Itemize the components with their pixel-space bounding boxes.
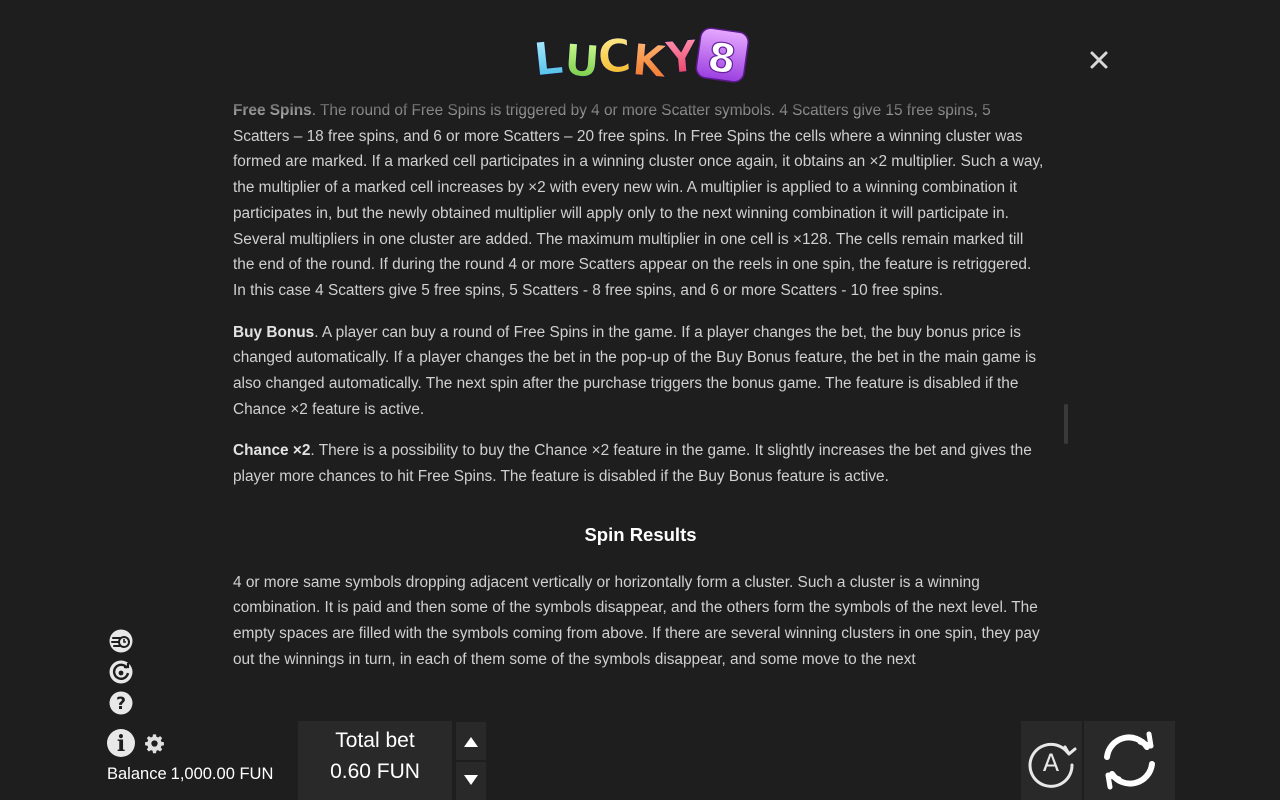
chance-x2-text: . There is a possibility to buy the Chan… [233, 442, 1032, 486]
settings-icon [145, 734, 164, 754]
help-button[interactable]: ? [108, 690, 134, 716]
settings-button[interactable] [144, 733, 165, 754]
autoplay-button[interactable]: A [1021, 721, 1082, 800]
arrow-up-icon [464, 737, 478, 747]
free-spins-title: Free Spins [233, 102, 312, 119]
turbo-icon [109, 629, 133, 653]
buy-bonus-text: . A player can buy a round of Free Spins… [233, 323, 1037, 418]
rules-scroll-area[interactable]: Free Spins. The round of Free Spins is t… [233, 98, 1048, 690]
spin-icon [1104, 731, 1155, 790]
svg-text:L: L [532, 30, 566, 87]
spin-results-heading: Spin Results [584, 523, 697, 545]
info-button[interactable]: i [106, 728, 136, 758]
svg-text:U: U [562, 35, 601, 88]
info-icon: i [107, 729, 135, 757]
chance-x2-paragraph: Chance ×2. There is a possibility to buy… [233, 438, 1048, 489]
autoplay-icon: A [1028, 742, 1077, 788]
rules-scrollbar[interactable] [1064, 404, 1068, 444]
spin-button[interactable] [1084, 721, 1175, 800]
increase-bet-button[interactable] [456, 722, 486, 760]
balance-label: Balance [107, 765, 167, 783]
autoplay-label: A [1043, 749, 1060, 777]
buy-bonus-paragraph: Buy Bonus. A player can buy a round of F… [233, 320, 1048, 423]
close-button[interactable] [1086, 47, 1112, 73]
spin-results-text: 4 or more same symbols dropping adjacent… [233, 573, 1040, 668]
history-button[interactable] [108, 659, 134, 685]
rules-content: Free Spins. The round of Free Spins is t… [233, 98, 1048, 672]
balance-display: Balance 1,000.00 FUN [107, 765, 273, 784]
free-spins-paragraph: Free Spins. The round of Free Spins is t… [233, 98, 1048, 304]
chance-x2-title: Chance ×2 [233, 442, 311, 460]
close-icon [1090, 51, 1108, 69]
total-bet-label: Total bet [335, 729, 415, 752]
autoplay-history-icon [109, 660, 133, 684]
help-icon: ? [109, 691, 133, 715]
decrease-bet-button[interactable] [456, 762, 486, 800]
svg-text:C: C [596, 28, 633, 84]
game-logo: L U C K Y 8 [532, 22, 752, 92]
buy-bonus-title: Buy Bonus [233, 323, 315, 341]
turbo-button[interactable] [108, 628, 134, 654]
total-bet-panel: Total bet 0.60 FUN [298, 721, 452, 800]
free-spins-text: . The round of Free Spins is triggered b… [233, 102, 1044, 299]
total-bet-value: 0.60 FUN [330, 760, 420, 783]
arrow-down-icon [464, 775, 478, 785]
svg-text:?: ? [116, 694, 126, 714]
svg-text:i: i [117, 731, 125, 757]
svg-text:Y: Y [662, 31, 700, 85]
balance-value: 1,000.00 FUN [170, 765, 274, 783]
